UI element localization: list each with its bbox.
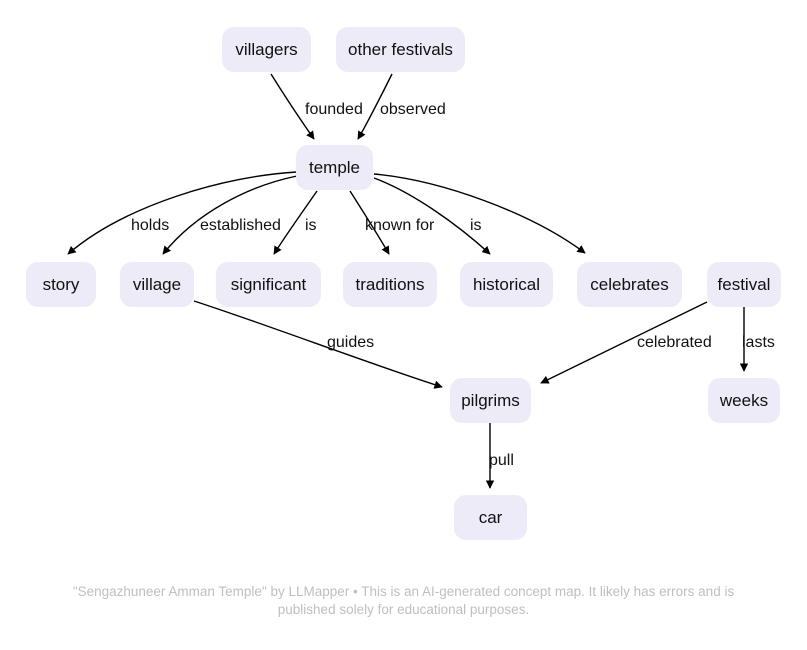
edge-label-established: established	[200, 217, 281, 234]
node-village[interactable]: village	[120, 262, 194, 307]
concept-map-canvas: villagers other festivals temple story v…	[0, 0, 807, 650]
node-label: villagers	[235, 40, 298, 59]
node-label: historical	[472, 275, 541, 294]
node-label: pilgrims	[461, 391, 520, 410]
node-label: significant	[230, 275, 307, 294]
edge-temple-historical	[373, 177, 491, 255]
node-label: festival	[717, 275, 771, 294]
footer-line-2: published solely for educational purpose…	[277, 602, 530, 617]
node-other-festivals[interactable]: other festivals	[336, 27, 465, 72]
node-story[interactable]: story	[26, 262, 96, 307]
edge-village-pilgrims	[193, 300, 443, 389]
edge-temple-story	[67, 171, 298, 255]
node-festival[interactable]: festival	[707, 262, 781, 307]
node-label: traditions	[355, 275, 425, 294]
edge-label-observed: observed	[380, 101, 446, 118]
edge-temple-celebrates	[373, 173, 586, 254]
node-weeks[interactable]: weeks	[708, 378, 780, 423]
node-celebrates[interactable]: celebrates	[577, 262, 682, 307]
edge-label-founded: founded	[305, 101, 363, 118]
edge-label-lasts: lasts	[742, 334, 775, 351]
edge-label-guides: guides	[327, 334, 375, 351]
node-historical[interactable]: historical	[460, 262, 553, 307]
edge-layer	[67, 73, 749, 489]
edge-label-holds: holds	[131, 217, 170, 234]
edge-label-celebrated: celebrated	[637, 334, 712, 351]
node-label: temple	[308, 158, 361, 177]
node-label: car	[478, 508, 503, 527]
node-pilgrims[interactable]: pilgrims	[450, 378, 531, 423]
edge-label-known-for: known for	[365, 217, 435, 234]
node-significant[interactable]: significant	[216, 262, 321, 307]
node-label: village	[132, 275, 182, 294]
edge-label-is-traditions: is	[305, 217, 317, 234]
node-label: story	[42, 275, 80, 294]
node-temple[interactable]: temple	[296, 145, 373, 190]
node-label: weeks	[719, 391, 769, 410]
edge-label-is-celebrates: is	[470, 217, 482, 234]
node-villagers[interactable]: villagers	[222, 27, 311, 72]
footer-attribution: "Sengazhuneer Amman Temple" by LLMapper …	[0, 583, 807, 619]
edge-temple-village	[162, 175, 298, 255]
node-car[interactable]: car	[454, 495, 527, 540]
footer-line-1: "Sengazhuneer Amman Temple" by LLMapper …	[72, 584, 735, 599]
node-label: other festivals	[348, 40, 453, 59]
node-traditions[interactable]: traditions	[343, 262, 437, 307]
node-label: celebrates	[590, 275, 669, 294]
edge-label-pull: pull	[489, 452, 514, 469]
